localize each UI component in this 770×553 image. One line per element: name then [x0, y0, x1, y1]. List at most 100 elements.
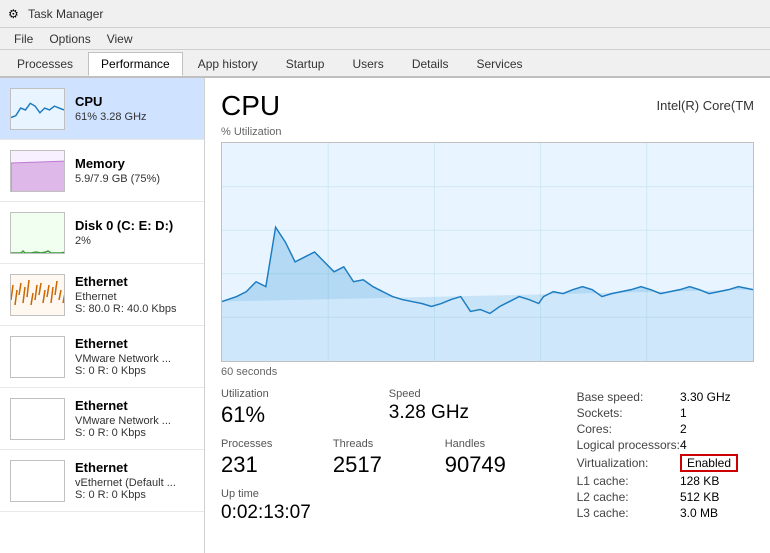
- utilization-label: Utilization: [221, 388, 389, 400]
- eth1-mini-graph-container: [10, 274, 65, 316]
- eth2-mini-graph-container: [10, 336, 65, 378]
- eth3-mini-graph-container: [10, 398, 65, 440]
- threads-label: Threads: [333, 438, 445, 450]
- handles-block: Handles 90749: [445, 438, 557, 478]
- threads-block: Threads 2517: [333, 438, 445, 478]
- processes-block: Processes 231: [221, 438, 333, 478]
- tab-users[interactable]: Users: [339, 52, 396, 76]
- menu-bar: File Options View: [0, 28, 770, 50]
- speed-block: Speed 3.28 GHz: [389, 388, 557, 428]
- eth3-sidebar-subtitle2: S: 0 R: 0 Kbps: [75, 427, 194, 439]
- spec-row-logical: Logical processors: 4: [577, 438, 738, 452]
- sidebar-item-ethernet1[interactable]: Ethernet Ethernet S: 80.0 R: 40.0 Kbps: [0, 264, 204, 326]
- app-icon: ⚙: [8, 7, 22, 21]
- sidebar-item-cpu[interactable]: CPU 61% 3.28 GHz: [0, 78, 204, 140]
- title-bar: ⚙ Task Manager: [0, 0, 770, 28]
- eth3-sidebar-title: Ethernet: [75, 398, 194, 413]
- cores-value: 2: [680, 422, 738, 436]
- tab-performance[interactable]: Performance: [88, 52, 183, 76]
- eth4-sidebar-title: Ethernet: [75, 460, 194, 475]
- spec-row-basespeed: Base speed: 3.30 GHz: [577, 390, 738, 404]
- spec-row-cores: Cores: 2: [577, 422, 738, 436]
- l2cache-label: L2 cache:: [577, 490, 680, 504]
- tab-services[interactable]: Services: [464, 52, 536, 76]
- eth3-sidebar-subtitle1: VMware Network ...: [75, 415, 194, 427]
- handles-value: 90749: [445, 452, 557, 478]
- tab-details[interactable]: Details: [399, 52, 462, 76]
- stats-row1: Utilization 61% Speed 3.28 GHz: [221, 388, 557, 428]
- cpu-sidebar-info: CPU 61% 3.28 GHz: [75, 94, 194, 123]
- spec-row-l3cache: L3 cache: 3.0 MB: [577, 506, 738, 520]
- disk-sidebar-info: Disk 0 (C: E: D:) 2%: [75, 218, 194, 247]
- virtualization-label: Virtualization:: [577, 454, 680, 472]
- sidebar-item-ethernet3[interactable]: Ethernet VMware Network ... S: 0 R: 0 Kb…: [0, 388, 204, 450]
- uptime-value: 0:02:13:07: [221, 502, 557, 524]
- l3cache-value: 3.0 MB: [680, 506, 738, 520]
- disk-mini-graph-svg: [11, 213, 65, 254]
- virtualization-highlight: Enabled: [680, 454, 738, 472]
- cpu-header: CPU Intel(R) Core(TM: [221, 90, 754, 122]
- menu-options[interactable]: Options: [41, 30, 98, 48]
- sidebar-item-ethernet2[interactable]: Ethernet VMware Network ... S: 0 R: 0 Kb…: [0, 326, 204, 388]
- memory-sidebar-subtitle: 5.9/7.9 GB (75%): [75, 173, 194, 185]
- spec-row-l2cache: L2 cache: 512 KB: [577, 490, 738, 504]
- specs-table: Base speed: 3.30 GHz Sockets: 1 Cores: 2…: [577, 388, 754, 522]
- bottom-section: Utilization 61% Speed 3.28 GHz Processes…: [221, 388, 754, 524]
- sockets-value: 1: [680, 406, 738, 420]
- processes-label: Processes: [221, 438, 333, 450]
- disk-sidebar-title: Disk 0 (C: E: D:): [75, 218, 194, 233]
- cpu-model: Intel(R) Core(TM: [656, 98, 754, 113]
- cpu-sidebar-title: CPU: [75, 94, 194, 109]
- cpu-mini-graph-container: [10, 88, 65, 130]
- tab-processes[interactable]: Processes: [4, 52, 86, 76]
- uptime-label: Up time: [221, 488, 557, 500]
- title-bar-text: Task Manager: [28, 7, 103, 21]
- basespeed-value: 3.30 GHz: [680, 390, 738, 404]
- l3cache-label: L3 cache:: [577, 506, 680, 520]
- cpu-sidebar-subtitle: 61% 3.28 GHz: [75, 111, 194, 123]
- right-panel: CPU Intel(R) Core(TM % Utilization: [205, 78, 770, 553]
- tab-app-history[interactable]: App history: [185, 52, 271, 76]
- processes-value: 231: [221, 452, 333, 478]
- memory-mini-graph-svg: [11, 151, 65, 192]
- spec-row-virtualization: Virtualization: Enabled: [577, 454, 738, 472]
- l1cache-label: L1 cache:: [577, 474, 680, 488]
- memory-mini-graph-container: [10, 150, 65, 192]
- memory-sidebar-title: Memory: [75, 156, 194, 171]
- basespeed-label: Base speed:: [577, 390, 680, 404]
- eth1-sidebar-subtitle2: S: 80.0 R: 40.0 Kbps: [75, 303, 194, 315]
- menu-file[interactable]: File: [6, 30, 41, 48]
- tab-startup[interactable]: Startup: [273, 52, 338, 76]
- l2cache-value: 512 KB: [680, 490, 738, 504]
- cpu-chart-svg: [222, 143, 753, 361]
- eth4-sidebar-subtitle1: vEthernet (Default ...: [75, 477, 194, 489]
- utilization-value: 61%: [221, 402, 389, 428]
- uptime-block: Up time 0:02:13:07: [221, 488, 557, 524]
- sockets-label: Sockets:: [577, 406, 680, 420]
- speed-label: Speed: [389, 388, 557, 400]
- logical-label: Logical processors:: [577, 438, 680, 452]
- menu-view[interactable]: View: [99, 30, 141, 48]
- sidebar-item-disk[interactable]: Disk 0 (C: E: D:) 2%: [0, 202, 204, 264]
- eth2-sidebar-subtitle2: S: 0 R: 0 Kbps: [75, 365, 194, 377]
- sidebar-item-memory[interactable]: Memory 5.9/7.9 GB (75%): [0, 140, 204, 202]
- sidebar-item-ethernet4[interactable]: Ethernet vEthernet (Default ... S: 0 R: …: [0, 450, 204, 512]
- eth1-sidebar-info: Ethernet Ethernet S: 80.0 R: 40.0 Kbps: [75, 274, 194, 315]
- eth2-sidebar-subtitle1: VMware Network ...: [75, 353, 194, 365]
- cpu-chart: [221, 142, 754, 362]
- speed-value: 3.28 GHz: [389, 402, 557, 424]
- eth1-sidebar-title: Ethernet: [75, 274, 194, 289]
- chart-time-label: 60 seconds: [221, 366, 754, 378]
- sidebar: CPU 61% 3.28 GHz Memory 5.9/7.9 GB (75%): [0, 78, 205, 553]
- handles-label: Handles: [445, 438, 557, 450]
- l1cache-value: 128 KB: [680, 474, 738, 488]
- eth1-sidebar-subtitle1: Ethernet: [75, 291, 194, 303]
- chart-label: % Utilization: [221, 126, 754, 138]
- logical-value: 4: [680, 438, 738, 452]
- cores-label: Cores:: [577, 422, 680, 436]
- eth4-mini-graph-container: [10, 460, 65, 502]
- cpu-mini-graph-svg: [11, 89, 64, 129]
- spec-row-l1cache: L1 cache: 128 KB: [577, 474, 738, 488]
- cpu-panel-title: CPU: [221, 90, 280, 122]
- threads-value: 2517: [333, 452, 445, 478]
